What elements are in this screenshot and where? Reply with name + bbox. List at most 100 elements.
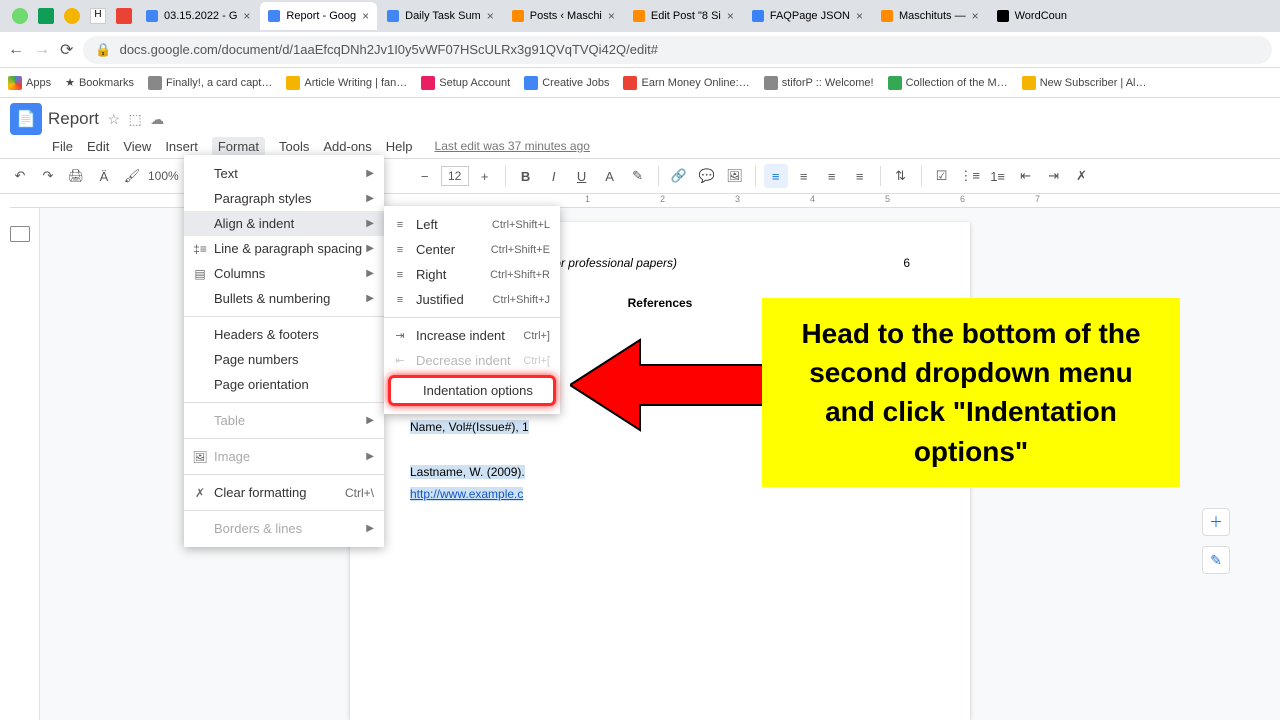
bookmark-item[interactable]: Collection of the M… (888, 76, 1008, 90)
reload-icon[interactable]: ⟳ (60, 40, 73, 60)
print-button[interactable]: 🖨 (64, 164, 88, 188)
bookmark-item[interactable]: Creative Jobs (524, 76, 609, 90)
paint-format-button[interactable]: 🖌 (120, 164, 144, 188)
bold-button[interactable]: B (514, 164, 538, 188)
checklist-button[interactable]: ☑ (930, 164, 954, 188)
format-line-spacing[interactable]: ‡≡Line & paragraph spacing▶ (184, 236, 384, 261)
bookmark-item[interactable]: Finally!, a card capt… (148, 76, 272, 90)
format-clear-formatting[interactable]: ✗Clear formattingCtrl+\ (184, 480, 384, 505)
format-text[interactable]: Text▶ (184, 161, 384, 186)
format-bullets-numbering[interactable]: Bullets & numbering▶ (184, 286, 384, 311)
document-title[interactable]: Report (48, 109, 99, 128)
pinned-tab[interactable] (60, 4, 84, 28)
menu-tools[interactable]: Tools (279, 139, 309, 154)
reference-link[interactable]: http://www.example.c (410, 487, 523, 501)
close-icon[interactable]: × (243, 9, 250, 23)
outline-icon[interactable] (10, 226, 30, 242)
highlight-button[interactable]: ✎ (626, 164, 650, 188)
format-columns[interactable]: ▤Columns▶ (184, 261, 384, 286)
menu-file[interactable]: File (52, 139, 73, 154)
pinned-tab[interactable] (8, 4, 32, 28)
back-icon[interactable]: ← (8, 41, 24, 59)
bookmark-star[interactable]: ★Bookmarks (65, 76, 134, 89)
browser-tab[interactable]: Daily Task Sum× (379, 2, 502, 30)
pinned-tab[interactable]: H (86, 4, 110, 28)
pinned-tab[interactable] (34, 4, 58, 28)
format-align-indent[interactable]: Align & indent▶ (184, 211, 384, 236)
align-center-button[interactable]: ≡ (792, 164, 816, 188)
move-icon[interactable]: ⬚ (129, 111, 142, 127)
redo-button[interactable]: ↷ (36, 164, 60, 188)
browser-tab[interactable]: Maschituts —× (873, 2, 987, 30)
comment-button[interactable]: 💬 (695, 164, 719, 188)
format-image[interactable]: 🖼Image▶ (184, 444, 384, 469)
add-comment-button[interactable]: ＋ (1202, 508, 1230, 536)
decrease-indent[interactable]: ⇤Decrease indentCtrl+[ (384, 348, 560, 373)
align-right-button[interactable]: ≡ (820, 164, 844, 188)
menu-help[interactable]: Help (386, 139, 413, 154)
close-icon[interactable]: × (487, 9, 494, 23)
close-icon[interactable]: × (727, 9, 734, 23)
bookmark-item[interactable]: stiforP :: Welcome! (764, 76, 874, 90)
text-color-button[interactable]: A (598, 164, 622, 188)
align-justified[interactable]: ≡JustifiedCtrl+Shift+J (384, 287, 560, 312)
browser-tab[interactable]: FAQPage JSON× (744, 2, 871, 30)
pinned-tab[interactable] (112, 4, 136, 28)
bookmark-item[interactable]: New Subscriber | Al… (1022, 76, 1147, 90)
underline-button[interactable]: U (570, 164, 594, 188)
zoom-select[interactable]: 100% (148, 169, 179, 183)
browser-tab[interactable]: Edit Post "8 Si× (625, 2, 742, 30)
bookmark-item[interactable]: Setup Account (421, 76, 510, 90)
cloud-icon[interactable]: ☁ (150, 111, 164, 127)
format-borders-lines[interactable]: Borders & lines▶ (184, 516, 384, 541)
align-right[interactable]: ≡RightCtrl+Shift+R (384, 262, 560, 287)
star-icon[interactable]: ☆ (107, 111, 120, 127)
bookmark-item[interactable]: Earn Money Online:… (623, 76, 749, 90)
undo-button[interactable]: ↶ (8, 164, 32, 188)
indentation-options[interactable]: Indentation options (391, 378, 553, 403)
italic-button[interactable]: I (542, 164, 566, 188)
font-minus[interactable]: − (413, 164, 437, 188)
suggest-edit-button[interactable]: ✎ (1202, 546, 1230, 574)
forward-icon[interactable]: → (34, 41, 50, 59)
menu-addons[interactable]: Add-ons (323, 139, 371, 154)
line-spacing-button[interactable]: ⇅ (889, 164, 913, 188)
font-plus[interactable]: + (473, 164, 497, 188)
bookmark-item[interactable]: Article Writing | fan… (286, 76, 407, 90)
format-table[interactable]: Table▶ (184, 408, 384, 433)
format-headers-footers[interactable]: Headers & footers (184, 322, 384, 347)
bullets-button[interactable]: ⋮≡ (958, 164, 982, 188)
menu-view[interactable]: View (123, 139, 151, 154)
increase-indent[interactable]: ⇥Increase indentCtrl+] (384, 323, 560, 348)
format-page-orientation[interactable]: Page orientation (184, 372, 384, 397)
last-edit-link[interactable]: Last edit was 37 minutes ago (435, 139, 590, 153)
docs-logo-icon[interactable]: 📄 (10, 103, 42, 135)
menu-edit[interactable]: Edit (87, 139, 109, 154)
align-left[interactable]: ≡LeftCtrl+Shift+L (384, 212, 560, 237)
browser-tab[interactable]: WordCoun (989, 2, 1075, 30)
format-paragraph-styles[interactable]: Paragraph styles▶ (184, 186, 384, 211)
image-button[interactable]: 🖼 (723, 164, 747, 188)
clear-format-button[interactable]: ✗ (1070, 164, 1094, 188)
browser-tab-active[interactable]: Report - Goog× (260, 2, 377, 30)
menu-format[interactable]: Format (212, 137, 265, 156)
browser-tab[interactable]: Posts ‹ Maschi× (504, 2, 623, 30)
apps-button[interactable]: Apps (8, 76, 51, 90)
font-size-input[interactable]: 12 (441, 166, 469, 186)
close-icon[interactable]: × (362, 9, 369, 23)
close-icon[interactable]: × (972, 9, 979, 23)
menu-insert[interactable]: Insert (165, 139, 198, 154)
format-page-numbers[interactable]: Page numbers (184, 347, 384, 372)
align-center[interactable]: ≡CenterCtrl+Shift+E (384, 237, 560, 262)
numbered-button[interactable]: 1≡ (986, 164, 1010, 188)
link-button[interactable]: 🔗 (667, 164, 691, 188)
url-input[interactable]: 🔒 docs.google.com/document/d/1aaEfcqDNh2… (83, 36, 1272, 64)
indent-decrease-button[interactable]: ⇤ (1014, 164, 1038, 188)
indent-increase-button[interactable]: ⇥ (1042, 164, 1066, 188)
browser-tab[interactable]: 03.15.2022 - G× (138, 2, 258, 30)
close-icon[interactable]: × (608, 9, 615, 23)
align-justify-button[interactable]: ≡ (848, 164, 872, 188)
align-left-button[interactable]: ≡ (764, 164, 788, 188)
spellcheck-button[interactable]: Ä (92, 164, 116, 188)
close-icon[interactable]: × (856, 9, 863, 23)
